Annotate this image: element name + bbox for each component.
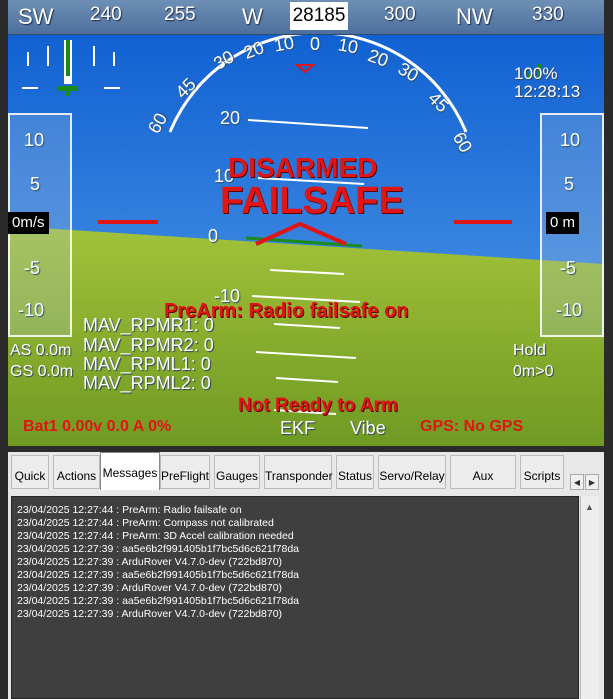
airspeed-readout: AS 0.0m [10,342,72,359]
altitude-tick: 5 [564,174,575,194]
waypoint-distance: 0m>0 [513,363,554,380]
speed-tick: 10 [24,130,45,150]
rpm-readout: MAV_RPML1: 0 [83,354,211,374]
altitude-tick: -5 [560,258,577,278]
heading-label: 300 [384,4,416,25]
messages-panel: 23/04/2025 12:27:44 : PreArm: Radio fail… [8,492,604,699]
tab-bar: Quick Actions Messages PreFlight Gauges … [8,452,604,523]
message-line: 23/04/2025 12:27:39 : ArduRover V4.7.0-d… [17,608,283,620]
message-line: 23/04/2025 12:27:39 : ArduRover V4.7.0-d… [17,582,283,594]
pitch-label: 0 [208,226,219,246]
roll-label: 10 [336,34,360,58]
heading-label: SW [18,4,54,29]
groundspeed-readout: GS 0.0m [10,363,74,380]
tab-preflight[interactable]: PreFlight [160,455,210,489]
tab-aux-function[interactable]: Aux Function [450,455,516,523]
speed-tick: 5 [30,174,41,194]
rpm-readout: MAV_RPML2: 0 [83,373,211,393]
tab-messages[interactable]: Messages [100,452,160,490]
message-line: 23/04/2025 12:27:44 : PreArm: Compass no… [17,517,274,529]
altitude-tick: -10 [556,300,583,320]
failsafe-status: FAILSAFE [220,180,404,222]
battery-status: Bat1 0.00v 0.0 A 0% [23,418,172,435]
heading-label: W [242,4,263,29]
heading-label: 330 [532,4,564,25]
flight-mode: Hold [513,342,546,359]
roll-label: 10 [272,32,296,56]
clock: 12:28:13 [514,82,581,101]
speed-value: 0m/s [8,212,49,234]
altitude-value: 0 m [546,212,580,234]
tab-gauges[interactable]: Gauges [214,455,260,489]
ekf-indicator[interactable]: EKF [280,418,315,439]
tab-scroll-left-icon[interactable]: ◀ [570,474,584,490]
rpm-readout: MAV_RPMR2: 0 [83,335,214,355]
tab-status[interactable]: Status [336,455,374,489]
current-heading: 28185 [290,2,348,30]
tab-transponder[interactable]: Transponder [264,455,333,489]
heading-label: 255 [164,4,196,25]
message-log[interactable]: 23/04/2025 12:27:44 : PreArm: Radio fail… [11,496,579,699]
scroll-up-icon[interactable]: ▲ [585,502,594,512]
roll-label: 0 [310,34,321,54]
tab-quick[interactable]: Quick [11,455,49,489]
heading-tape: SW 240 255 W 28185 300 NW 330 [8,0,604,35]
heading-label: NW [456,4,493,29]
tab-actions[interactable]: Actions [53,455,100,489]
battery-percent: 100% [514,64,558,83]
vibe-indicator[interactable]: Vibe [350,418,386,439]
rpm-readout: MAV_RPMR1: 0 [83,315,214,335]
message-line: 23/04/2025 12:27:44 : PreArm: Radio fail… [17,504,242,516]
tab-servo-relay[interactable]: Servo/Relay [378,455,446,489]
message-line: 23/04/2025 12:27:44 : PreArm: 3D Accel c… [17,530,294,542]
not-ready-message: Not Ready to Arm [238,395,398,416]
pitch-label: 20 [220,108,241,128]
hud-display: SW 240 255 W 28185 300 NW 330 10 5 -5 -1… [8,0,604,446]
gps-status: GPS: No GPS [420,418,524,435]
speed-tick: -10 [18,300,45,320]
message-line: 23/04/2025 12:27:39 : aa5e6b2f991405b1f7… [17,595,300,607]
message-scrollbar[interactable]: ▲ [580,496,599,699]
message-line: 23/04/2025 12:27:39 : aa5e6b2f991405b1f7… [17,543,300,555]
altitude-tick: 10 [560,130,581,150]
tab-scripts[interactable]: Scripts [520,455,564,489]
speed-tick: -5 [24,258,41,278]
heading-label: 240 [90,4,122,25]
message-line: 23/04/2025 12:27:39 : aa5e6b2f991405b1f7… [17,569,300,581]
tab-scroll-right-icon[interactable]: ▶ [585,474,599,490]
message-line: 23/04/2025 12:27:39 : ArduRover V4.7.0-d… [17,556,283,568]
